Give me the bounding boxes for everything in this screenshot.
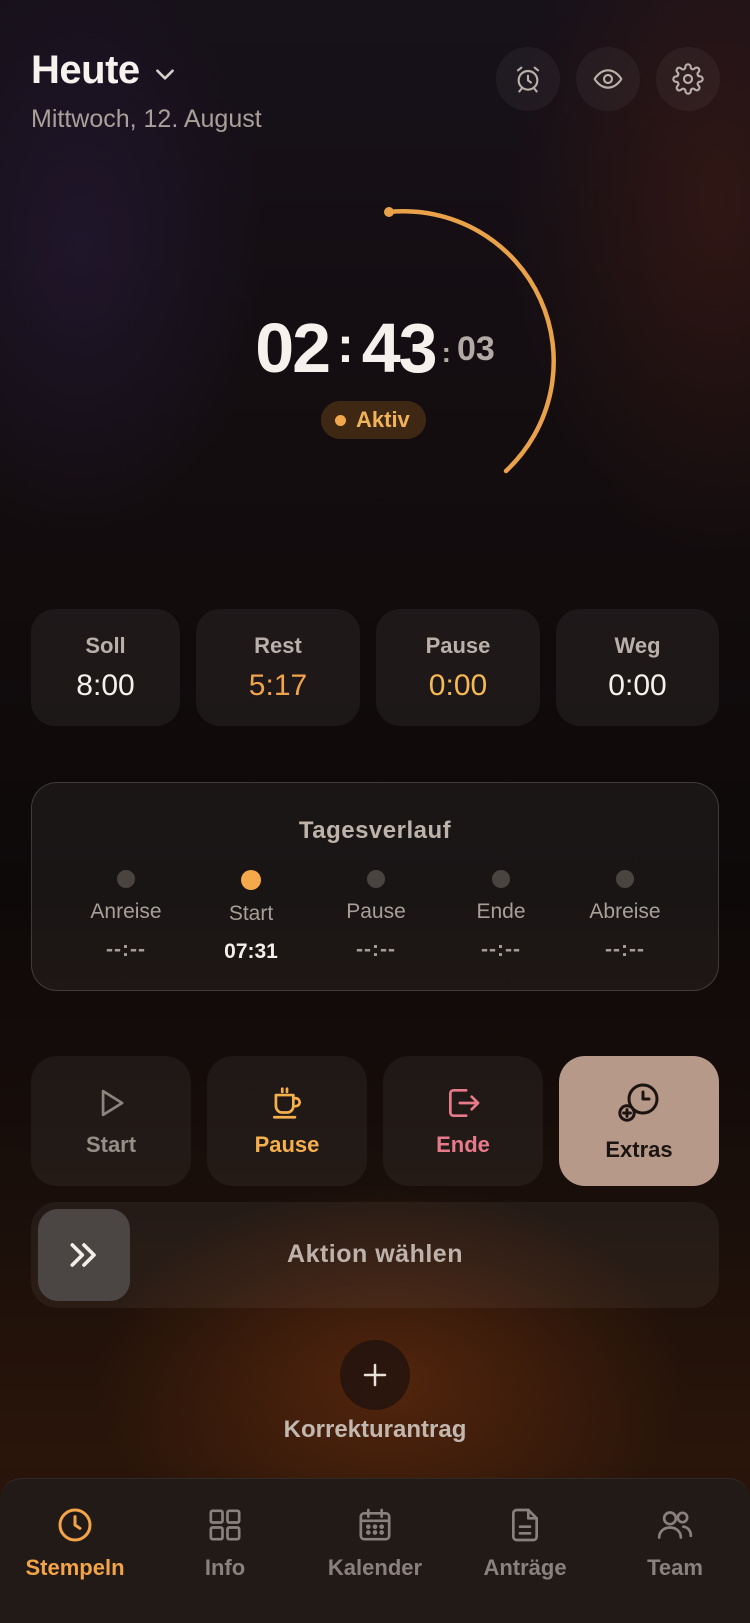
gear-icon <box>672 63 704 95</box>
stat-rest: Rest 5:17 <box>196 609 360 726</box>
timeline-step-start: Start 07:31 <box>189 870 313 964</box>
stat-label: Weg <box>614 632 661 658</box>
current-date: Mittwoch, 12. August <box>31 105 262 133</box>
stat-soll: Soll 8:00 <box>31 609 180 726</box>
nav-item-team[interactable]: Team <box>600 1505 750 1581</box>
status-text: Aktiv <box>356 407 410 432</box>
visibility-button[interactable] <box>576 47 640 111</box>
end-label: Ende <box>436 1132 490 1157</box>
nav-label: Stempeln <box>25 1555 125 1580</box>
alarm-button[interactable] <box>496 47 560 111</box>
nav-item-antraege[interactable]: Anträge <box>450 1505 600 1581</box>
stat-label: Pause <box>425 632 491 658</box>
start-label: Start <box>85 1132 137 1157</box>
step-label: Ende <box>476 900 526 923</box>
stat-value: 0:00 <box>428 668 488 702</box>
timer-separator: : <box>337 317 354 373</box>
day-selector[interactable]: Heute <box>31 48 262 93</box>
step-dot <box>367 870 385 888</box>
chevron-down-icon <box>155 68 174 80</box>
stat-value: 5:17 <box>248 668 308 702</box>
stat-value: 0:00 <box>608 668 667 702</box>
extras-button[interactable]: Extras <box>559 1056 719 1186</box>
nav-label: Anträge <box>483 1555 567 1580</box>
clock-plus-icon <box>618 1083 659 1122</box>
nav-item-kalender[interactable]: Kalender <box>300 1505 450 1581</box>
timeline-step-abreise: Abreise --:-- <box>563 870 687 962</box>
elapsed-timer: 02 : 43 : 03 <box>0 308 750 388</box>
add-correction-button[interactable] <box>340 1340 410 1410</box>
coffee-cup-icon <box>272 1087 301 1119</box>
header: Heute Mittwoch, 12. August <box>31 48 262 134</box>
timer-minutes: 43 <box>361 309 438 387</box>
page-title: Heute <box>31 48 140 92</box>
eye-icon <box>593 69 623 89</box>
stat-weg: Weg 0:00 <box>556 609 719 726</box>
plus-icon <box>363 1363 387 1387</box>
extras-label: Extras <box>605 1137 673 1162</box>
stat-value: 8:00 <box>76 668 135 702</box>
timeline-step-ende: Ende --:-- <box>439 870 563 962</box>
bottom-navigation: Stempeln Info Kalender Anträge Team <box>0 1478 750 1623</box>
document-icon <box>512 1508 538 1542</box>
step-dot <box>241 870 261 890</box>
nav-item-stempeln[interactable]: Stempeln <box>0 1505 150 1581</box>
day-timeline-card: Tagesverlauf Anreise --:-- Start 07:31 P… <box>31 782 719 991</box>
action-slider[interactable]: Aktion wählen <box>31 1202 719 1308</box>
step-dot <box>616 870 634 888</box>
step-label: Abreise <box>589 900 661 923</box>
step-dot <box>117 870 135 888</box>
step-dot <box>492 870 510 888</box>
timer-hours: 02 <box>255 309 331 387</box>
nav-label: Kalender <box>327 1555 423 1580</box>
settings-button[interactable] <box>656 47 720 111</box>
pause-label: Pause <box>254 1132 320 1157</box>
status-badge: Aktiv <box>321 401 426 439</box>
step-label: Start <box>228 902 274 925</box>
logout-icon <box>448 1088 480 1118</box>
status-dot <box>335 414 346 426</box>
correction-label[interactable]: Korrekturantrag <box>0 1416 750 1444</box>
stat-label: Rest <box>254 632 302 658</box>
pause-button[interactable]: Pause <box>207 1056 367 1186</box>
slider-label: Aktion wählen <box>287 1240 463 1268</box>
timeline-step-anreise: Anreise --:-- <box>64 870 188 962</box>
calendar-icon <box>359 1508 391 1541</box>
timer-seconds: 03 <box>456 330 495 368</box>
step-label: Pause <box>346 900 406 923</box>
header-actions <box>496 47 720 111</box>
step-time: 07:31 <box>224 940 278 963</box>
step-time: --:-- <box>481 938 521 961</box>
step-time: --:-- <box>605 938 645 961</box>
step-time: --:-- <box>106 938 146 961</box>
play-icon <box>101 1089 124 1117</box>
team-icon <box>657 1511 693 1539</box>
nav-item-info[interactable]: Info <box>150 1505 300 1581</box>
step-label: Anreise <box>90 900 162 923</box>
stat-pause: Pause 0:00 <box>376 609 540 726</box>
step-time: --:-- <box>356 938 396 961</box>
start-button[interactable]: Start <box>31 1056 191 1186</box>
timeline-title: Tagesverlauf <box>298 817 452 844</box>
timeline-step-pause: Pause --:-- <box>314 870 438 962</box>
stat-label: Soll <box>85 632 126 658</box>
nav-label: Team <box>647 1555 703 1580</box>
end-button[interactable]: Ende <box>383 1056 543 1186</box>
alarm-icon <box>516 66 540 93</box>
grid-icon <box>209 1509 241 1541</box>
timer-separator: : <box>441 337 451 368</box>
clock-icon <box>58 1508 92 1542</box>
nav-label: Info <box>204 1555 246 1580</box>
